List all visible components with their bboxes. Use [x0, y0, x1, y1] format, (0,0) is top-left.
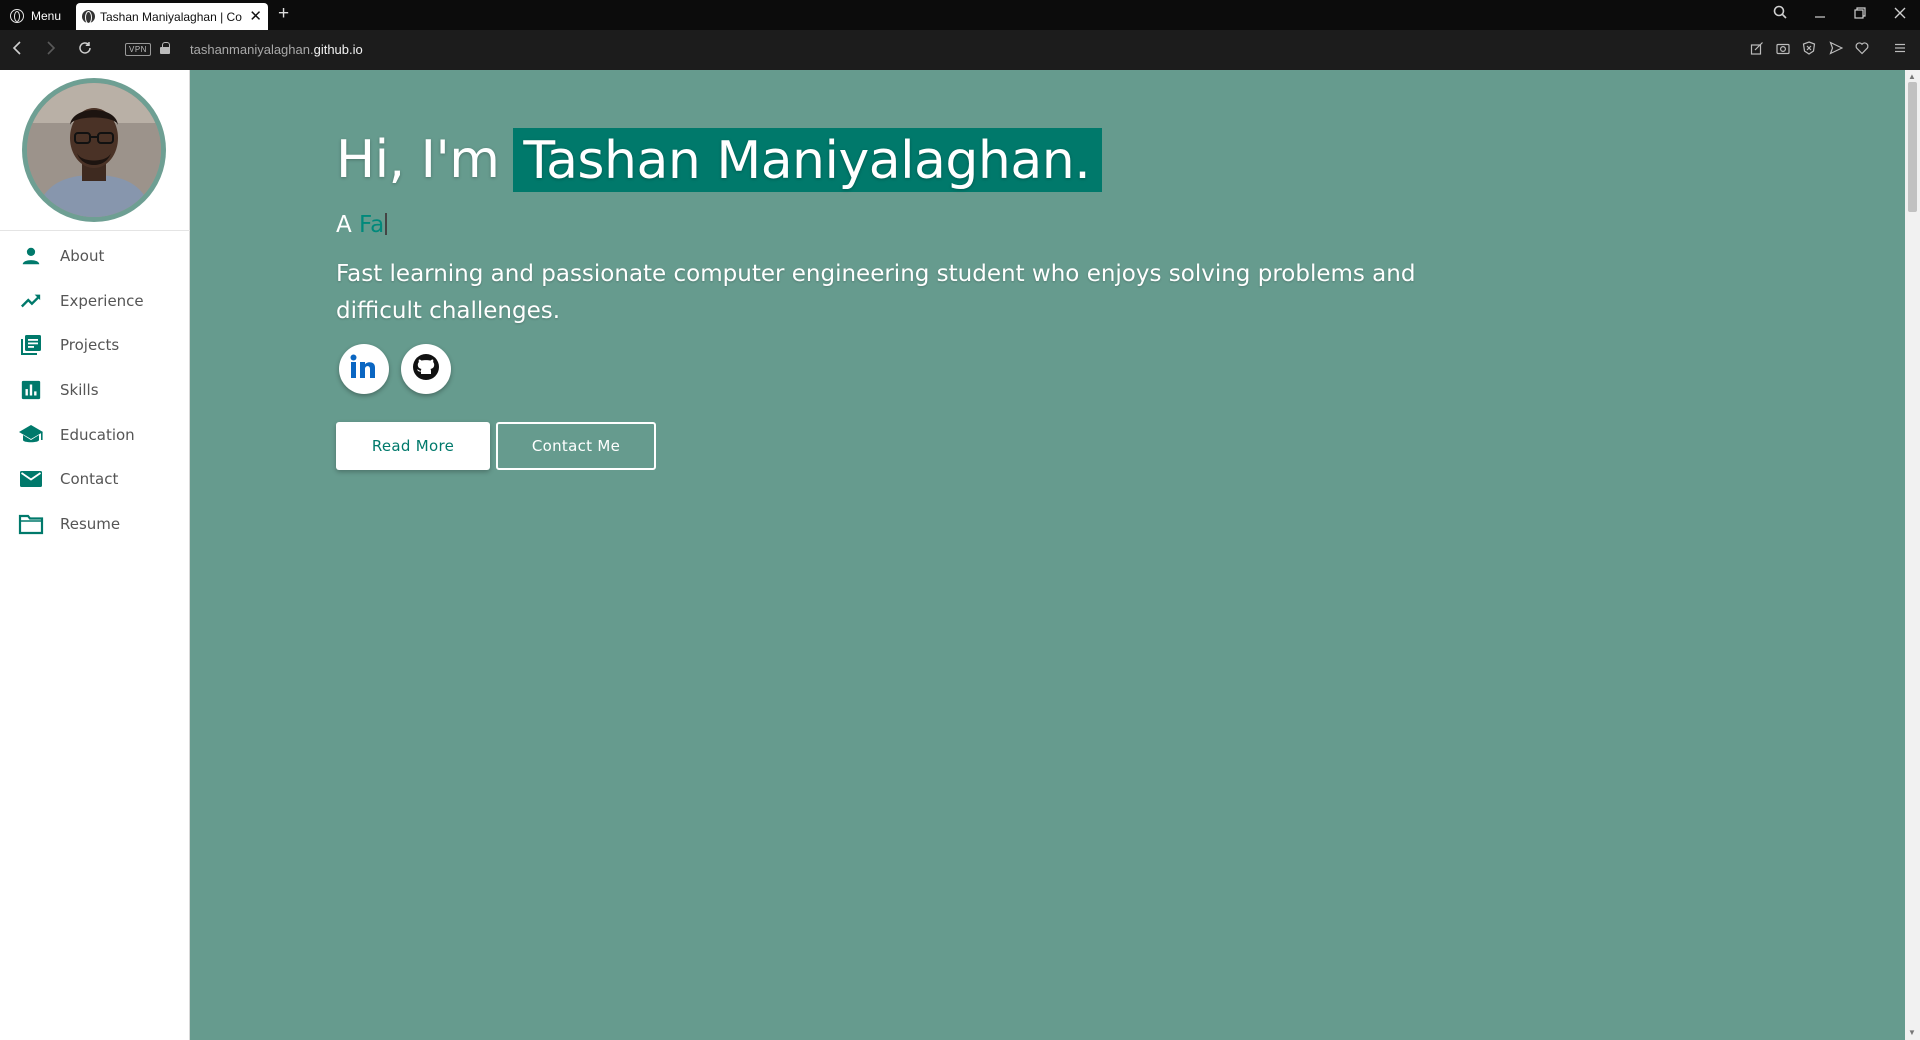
- forward-icon[interactable]: [40, 39, 62, 59]
- close-window-icon[interactable]: [1886, 4, 1914, 24]
- camera-icon[interactable]: [1773, 41, 1793, 59]
- typed-text: Fa: [359, 212, 385, 238]
- send-icon[interactable]: [1826, 41, 1846, 59]
- search-tabs-icon[interactable]: [1766, 4, 1794, 24]
- url-domain: github.io: [313, 42, 363, 57]
- adblock-icon[interactable]: [1799, 41, 1819, 59]
- avatar-frame: [22, 78, 166, 222]
- sidebar-item-resume[interactable]: Resume: [0, 502, 190, 547]
- read-more-button[interactable]: Read More: [336, 422, 490, 470]
- lock-icon[interactable]: [160, 42, 170, 54]
- sidebar-item-projects[interactable]: Projects: [0, 323, 190, 368]
- person-icon: [18, 243, 44, 269]
- sidebar-item-experience[interactable]: Experience: [0, 279, 190, 324]
- sidebar-item-label: Education: [60, 425, 135, 444]
- github-icon: [412, 353, 440, 386]
- tab-close-icon[interactable]: ✕: [249, 9, 262, 24]
- sidebar-item-skills[interactable]: Skills: [0, 368, 190, 413]
- scroll-down-icon[interactable]: ▼: [1908, 1028, 1916, 1037]
- url-prefix: tashanmaniyalaghan.: [190, 42, 314, 57]
- github-link[interactable]: [401, 344, 451, 394]
- folder-icon: [18, 511, 44, 537]
- browser-tab-bar: Menu Tashan Maniyalaghan | Cor ✕ +: [0, 0, 1920, 30]
- hero-section: Hi, I'm Tashan Maniyalaghan. A Fa Fast l…: [336, 128, 1456, 470]
- vpn-badge[interactable]: VPN: [125, 43, 151, 56]
- sidebar-nav: About Experience Projects Skills Educati…: [0, 234, 190, 546]
- hero-name: Tashan Maniyalaghan.: [513, 128, 1103, 192]
- library-books-icon: [18, 332, 44, 358]
- easy-setup-icon[interactable]: [1890, 41, 1910, 59]
- sidebar-item-education[interactable]: Education: [0, 412, 190, 457]
- typed-tagline: A Fa: [336, 212, 1456, 238]
- contact-me-button[interactable]: Contact Me: [496, 422, 656, 470]
- share-icon[interactable]: [1747, 41, 1767, 59]
- hero-heading: Hi, I'm Tashan Maniyalaghan.: [336, 128, 1456, 192]
- sidebar-item-label: Experience: [60, 291, 144, 310]
- avatar: [27, 83, 161, 217]
- sidebar-divider: [0, 230, 190, 231]
- address-bar: VPN tashanmaniyalaghan.github.io: [0, 30, 1920, 70]
- globe-icon: [82, 10, 95, 24]
- browser-menu-label: Menu: [31, 9, 62, 23]
- bar-chart-icon: [18, 377, 44, 403]
- scroll-thumb[interactable]: [1908, 82, 1917, 212]
- hero-description: Fast learning and passionate computer en…: [336, 261, 1416, 324]
- scroll-up-icon[interactable]: ▲: [1908, 72, 1916, 81]
- sidebar-item-about[interactable]: About: [0, 234, 190, 279]
- graduation-cap-icon: [18, 422, 44, 448]
- hero-greeting: Hi, I'm: [336, 130, 500, 190]
- sidebar-item-label: About: [60, 247, 105, 266]
- page-scrollbar[interactable]: ▲ ▼: [1905, 70, 1920, 1040]
- new-tab-button[interactable]: +: [278, 3, 289, 25]
- sidebar-item-contact[interactable]: Contact: [0, 457, 190, 502]
- trending-up-icon: [18, 288, 44, 314]
- typing-caret: [385, 213, 387, 235]
- linkedin-icon: [349, 353, 379, 386]
- linkedin-link[interactable]: [339, 344, 389, 394]
- sidebar-item-label: Projects: [60, 336, 120, 355]
- sidebar-item-label: Resume: [60, 514, 121, 533]
- mail-icon: [18, 466, 44, 492]
- tab-title: Tashan Maniyalaghan | Cor: [100, 9, 243, 24]
- browser-menu-button[interactable]: Menu: [6, 5, 69, 27]
- active-tab[interactable]: Tashan Maniyalaghan | Cor ✕: [76, 3, 268, 30]
- opera-logo-icon: [10, 9, 24, 23]
- restore-icon[interactable]: [1846, 4, 1874, 24]
- back-icon[interactable]: [6, 39, 28, 59]
- heart-icon[interactable]: [1852, 41, 1872, 59]
- url-field[interactable]: tashanmaniyalaghan.github.io: [190, 42, 363, 57]
- typed-prefix: A: [336, 212, 352, 238]
- page-content: About Experience Projects Skills Educati…: [0, 70, 1920, 1040]
- sidebar-item-label: Contact: [60, 470, 119, 489]
- reload-icon[interactable]: [74, 39, 96, 59]
- social-links: [336, 344, 1456, 394]
- sidebar: About Experience Projects Skills Educati…: [0, 70, 190, 1040]
- minimize-icon[interactable]: [1806, 4, 1834, 24]
- sidebar-item-label: Skills: [60, 381, 99, 400]
- hero-actions: Read More Contact Me: [336, 422, 1456, 470]
